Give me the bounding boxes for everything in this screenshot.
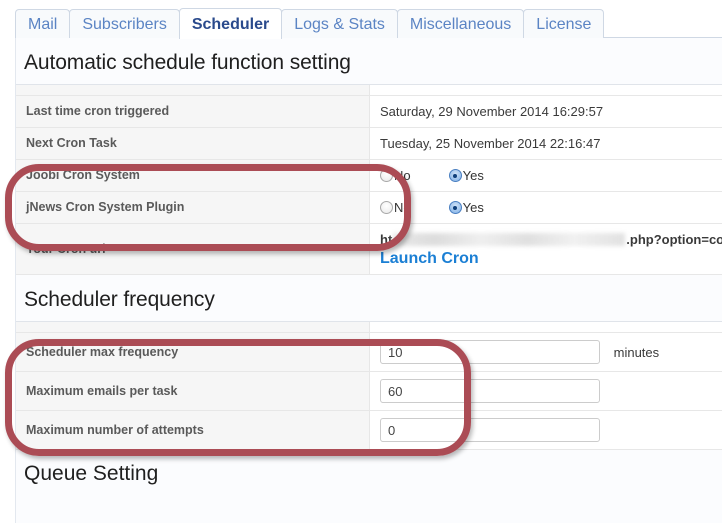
maximum-number-of-attempts-input[interactable] — [380, 418, 600, 442]
cron-url-prefix: ht — [380, 232, 393, 247]
joobi-cron-value: No Yes — [369, 159, 722, 192]
app-screen: Mail Subscribers Scheduler Logs & Stats … — [0, 0, 722, 523]
table-row-spacer — [16, 85, 722, 96]
last-cron-label: Last time cron triggered — [16, 95, 370, 128]
table-row-max-emails: Maximum emails per task — [16, 371, 722, 411]
joobi-cron-radio-yes[interactable]: Yes — [448, 167, 484, 184]
joobi-cron-label: Joobi Cron System — [16, 159, 370, 192]
joobi-cron-radio-group: No Yes — [380, 167, 717, 184]
radio-checked-icon[interactable] — [448, 169, 462, 182]
max-attempts-label: Maximum number of attempts — [16, 410, 370, 450]
tab-miscellaneous[interactable]: Miscellaneous — [396, 9, 525, 38]
tab-subscribers[interactable]: Subscribers — [69, 9, 180, 38]
cron-url-redacted-region — [393, 233, 626, 246]
max-attempts-value — [369, 410, 722, 450]
table-row-last-cron: Last time cron triggered Saturday, 29 No… — [16, 95, 722, 128]
last-cron-value: Saturday, 29 November 2014 16:29:57 — [369, 95, 722, 128]
scheduler-frequency-table: Scheduler max frequency minutes Maximum … — [16, 322, 722, 450]
table-row-cron-url: Your Cron url ht .php?option=com_jnews&ac… — [16, 223, 722, 275]
cron-url-value: ht .php?option=com_jnews&act=cron&tmpl=co… — [369, 223, 722, 275]
radio-unchecked-icon[interactable] — [380, 201, 393, 214]
jnews-cron-radio-group: No Yes — [380, 199, 717, 216]
max-emails-label: Maximum emails per task — [16, 371, 370, 411]
tab-bar: Mail Subscribers Scheduler Logs & Stats … — [0, 0, 722, 39]
table-row-joobi-cron: Joobi Cron System No Yes — [16, 159, 722, 192]
jnews-cron-radio-yes[interactable]: Yes — [448, 199, 484, 216]
tab-license[interactable]: License — [523, 9, 605, 38]
queue-setting-heading: Queue Setting — [24, 462, 159, 485]
joobi-cron-yes-label: Yes — [462, 168, 484, 183]
automatic-schedule-table: Last time cron triggered Saturday, 29 No… — [16, 85, 722, 275]
jnews-cron-yes-label: Yes — [462, 200, 484, 215]
scheduler-panel: Automatic schedule function setting Last… — [15, 38, 722, 523]
table-row-jnews-cron: jNews Cron System Plugin No Yes — [16, 191, 722, 224]
table-row-max-attempts: Maximum number of attempts — [16, 410, 722, 450]
joobi-cron-radio-no[interactable]: No — [380, 167, 411, 184]
scheduler-frequency-heading: Scheduler frequency — [24, 288, 215, 311]
joobi-cron-no-label: No — [394, 168, 411, 183]
table-row-next-cron: Next Cron Task Tuesday, 25 November 2014… — [16, 127, 722, 160]
max-emails-value — [369, 371, 722, 411]
launch-cron-link[interactable]: Launch Cron — [380, 250, 717, 267]
tab-mail[interactable]: Mail — [15, 9, 71, 38]
next-cron-value: Tuesday, 25 November 2014 22:16:47 — [369, 127, 722, 160]
radio-checked-icon[interactable] — [448, 201, 462, 214]
cron-url-suffix: .php?option=com_jnews&act=cron&tmpl=comp… — [626, 232, 722, 247]
maximum-emails-per-task-input[interactable] — [380, 379, 600, 403]
jnews-cron-value: No Yes — [369, 191, 722, 224]
max-frequency-unit-label: minutes — [613, 344, 660, 360]
jnews-cron-radio-no[interactable]: No — [380, 199, 411, 216]
table-row-spacer — [16, 322, 722, 333]
tab-scheduler[interactable]: Scheduler — [178, 8, 283, 39]
radio-unchecked-icon[interactable] — [380, 169, 393, 182]
tab-logs-stats[interactable]: Logs & Stats — [281, 9, 398, 38]
table-row-max-frequency: Scheduler max frequency minutes — [16, 332, 722, 372]
max-frequency-label: Scheduler max frequency — [16, 332, 370, 372]
max-frequency-value: minutes — [369, 332, 722, 372]
jnews-cron-label: jNews Cron System Plugin — [16, 191, 370, 224]
scheduler-max-frequency-input[interactable] — [380, 340, 600, 364]
next-cron-label: Next Cron Task — [16, 127, 370, 160]
jnews-cron-no-label: No — [394, 200, 411, 215]
cron-url-label: Your Cron url — [16, 223, 370, 275]
automatic-schedule-heading: Automatic schedule function setting — [24, 51, 351, 74]
cron-url-text: ht .php?option=com_jnews&act=cron&tmpl=co… — [380, 231, 722, 248]
